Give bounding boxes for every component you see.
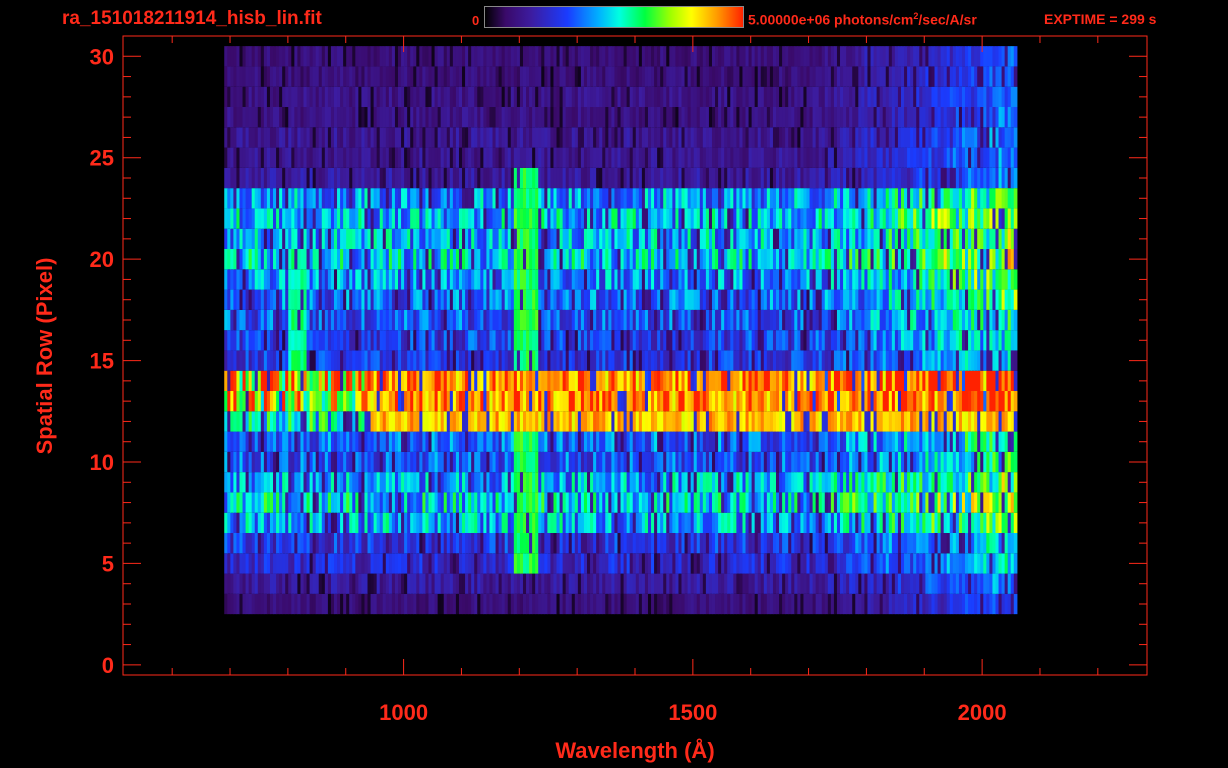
heatmap-row xyxy=(224,208,1018,229)
heatmap-row xyxy=(224,249,1018,270)
heatmap-cell xyxy=(1013,391,1018,412)
heatmap-cell xyxy=(1013,472,1018,493)
heatmap-row xyxy=(224,492,1018,513)
heatmap-layer xyxy=(224,46,1018,615)
heatmap-row xyxy=(224,370,1018,391)
heatmap-row xyxy=(224,411,1018,432)
heatmap-cell xyxy=(1013,309,1018,331)
heatmap-cell xyxy=(1013,573,1018,594)
heatmap-cell xyxy=(1013,492,1018,513)
heatmap-row xyxy=(224,391,1018,412)
heatmap-row xyxy=(224,533,1018,554)
heatmap-row xyxy=(224,289,1018,310)
heatmap-cell xyxy=(1013,228,1018,249)
heatmap-cell xyxy=(1013,289,1018,310)
heatmap-row xyxy=(224,472,1018,493)
heatmap-row xyxy=(224,350,1018,371)
heatmap-cell xyxy=(1013,411,1018,432)
heatmap-cell xyxy=(1013,370,1018,391)
heatmap-cell xyxy=(1013,553,1018,574)
heatmap-row xyxy=(224,451,1018,473)
heatmap-row xyxy=(224,309,1018,331)
heatmap-cell xyxy=(1013,512,1018,533)
heatmap-cell xyxy=(1013,269,1018,290)
heatmap-cell xyxy=(1013,431,1018,452)
heatmap-cell xyxy=(1013,330,1018,351)
spectrogram-chart: 1000 1500 2000051015202530 Wavelength (Å) … xyxy=(32,35,1148,763)
heatmap-cell xyxy=(1013,593,1018,615)
heatmap-row xyxy=(224,269,1018,290)
heatmap-row xyxy=(224,593,1018,615)
heatmap-cell xyxy=(1013,533,1018,554)
heatmap-row xyxy=(224,228,1018,249)
heatmap-row xyxy=(224,431,1018,452)
heatmap-row xyxy=(224,512,1018,533)
heatmap-cell xyxy=(1013,451,1018,473)
heatmap-row xyxy=(224,330,1018,351)
heatmap-row xyxy=(224,553,1018,574)
heatmap-cell xyxy=(1013,249,1018,270)
heatmap-cell xyxy=(1013,350,1018,371)
heatmap-row xyxy=(224,573,1018,594)
